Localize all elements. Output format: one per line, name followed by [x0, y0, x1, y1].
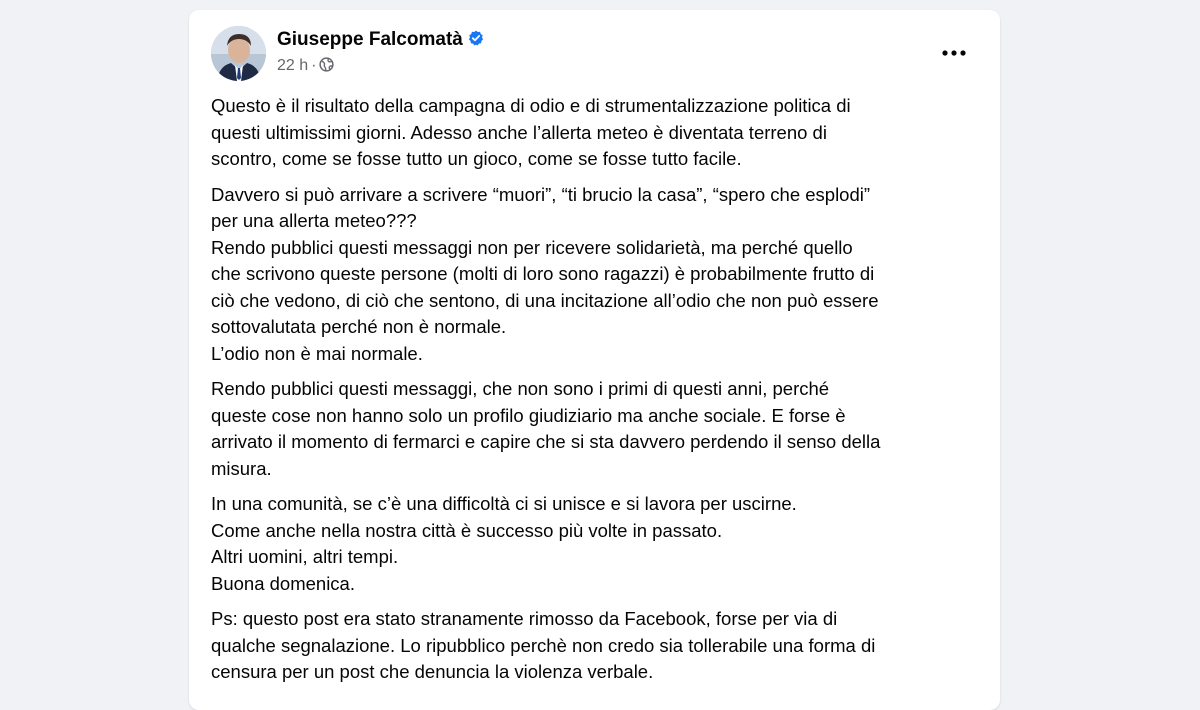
text-line: queste cose non hanno solo un profilo gi…	[211, 404, 846, 426]
author-name[interactable]: Giuseppe Falcomatà	[277, 29, 463, 50]
text-line: scontro, come se fosse tutto un gioco, c…	[211, 148, 742, 169]
author-name-row: Giuseppe Falcomatà	[277, 29, 484, 51]
post-paragraph-5: Ps: questo post era stato stranamente ri…	[211, 606, 991, 686]
text-line: arrivato il momento di fermarci e capire…	[211, 431, 881, 452]
globe-icon[interactable]	[319, 57, 335, 72]
text-line: Ps: questo post era stato stranamente ri…	[211, 608, 838, 629]
post-time[interactable]: 22 h	[277, 57, 308, 74]
text-line: per una allerta meteo???	[211, 210, 417, 231]
text-line: censura per un post che denuncia la viol…	[211, 661, 654, 682]
post-paragraph-3: Rendo pubblici questi messaggi, che non …	[211, 376, 991, 482]
text-line: questi ultimissimi giorni. Adesso anche …	[211, 121, 827, 143]
text-line: sottovalutata perché non è normale.	[211, 316, 507, 337]
post-paragraph-2: Davvero si può arrivare a scrivere “muor…	[211, 182, 991, 368]
text-line: misura.	[211, 457, 272, 479]
text-line: Rendo pubblici questi messaggi, che non …	[211, 378, 830, 399]
text-line: ciò che vedono, di ciò che sentono, di u…	[211, 289, 879, 311]
post-meta: 22 h ·	[277, 57, 335, 75]
text-line: Rendo pubblici questi messaggi non per r…	[211, 236, 853, 258]
text-line: Altri uomini, altri tempi.	[211, 546, 399, 567]
more-options-icon[interactable]	[940, 48, 968, 58]
text-line: In una comunità, se c’è una difficoltà c…	[211, 493, 797, 514]
text-line: Come anche nella nostra città è successo…	[211, 519, 723, 541]
text-line: L’odio non è mai normale.	[211, 342, 423, 364]
post-paragraph-1: Questo è il risultato della campagna di …	[211, 93, 991, 173]
post-paragraph-4: In una comunità, se c’è una difficoltà c…	[211, 491, 991, 597]
post-card: Giuseppe Falcomatà 22 h · Questo è il ris…	[189, 10, 1000, 710]
text-line: Davvero si può arrivare a scrivere “muor…	[211, 183, 871, 205]
text-line: Questo è il risultato della campagna di …	[211, 95, 851, 116]
post-text: Questo è il risultato della campagna di …	[211, 93, 991, 695]
text-line: Buona domenica.	[211, 572, 355, 594]
meta-separator: ·	[311, 57, 317, 74]
author-avatar[interactable]	[211, 26, 266, 81]
post-header: Giuseppe Falcomatà 22 h ·	[211, 26, 978, 82]
verified-badge-icon	[468, 30, 483, 46]
avatar-image	[211, 26, 266, 81]
text-line: che scrivono queste persone (molti di lo…	[211, 263, 875, 284]
text-line: qualche segnalazione. Lo ripubblico perc…	[211, 634, 876, 656]
